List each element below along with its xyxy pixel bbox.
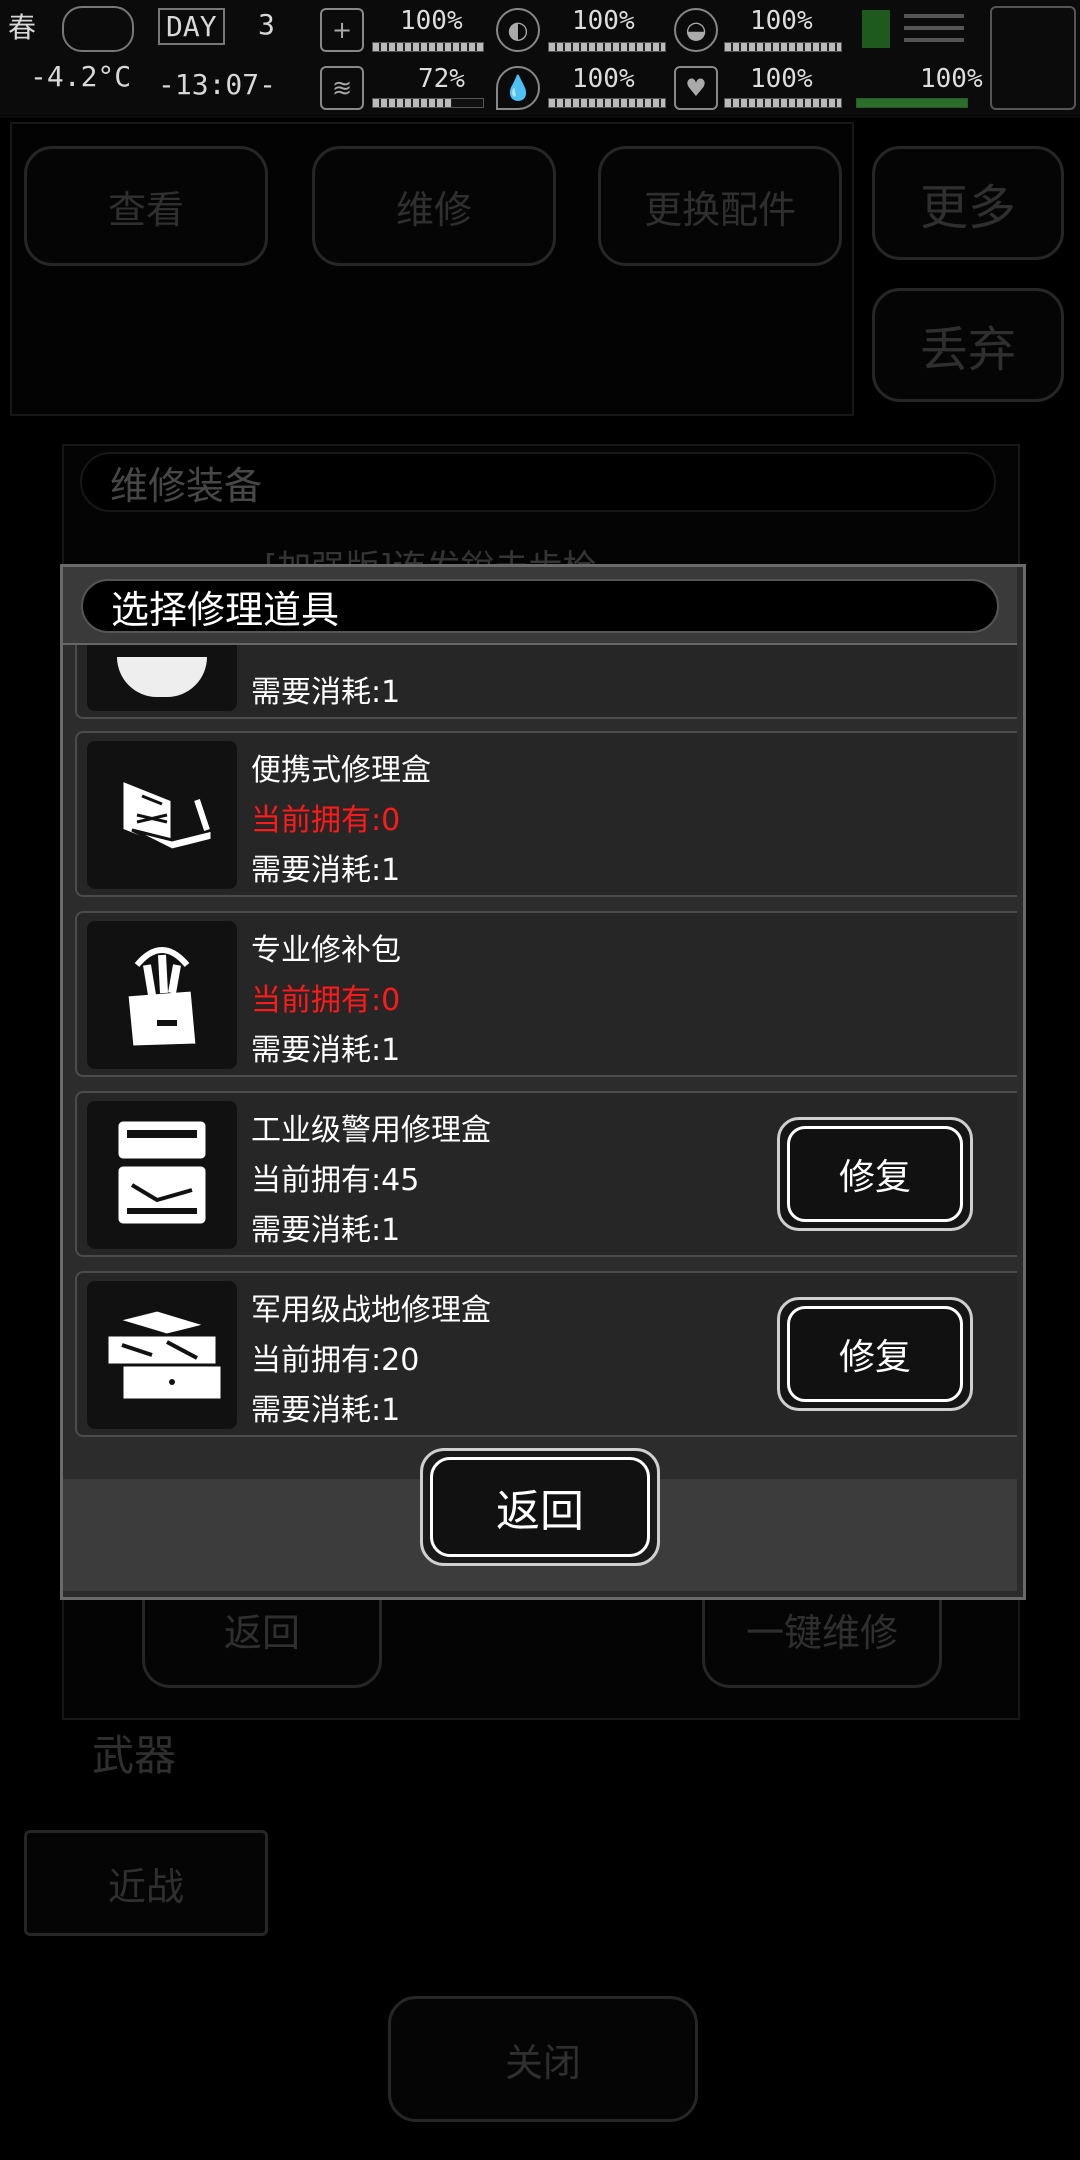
item-cost: 需要消耗:1: [251, 1033, 401, 1068]
item-cost: 需要消耗:1: [251, 1213, 401, 1248]
close-button[interactable]: 关闭: [388, 1996, 698, 2122]
stat-pill-value: 100%: [750, 6, 813, 36]
item-owned: 当前拥有:0: [251, 803, 401, 838]
repair-tool-list[interactable]: 需要消耗:1 便携式修理盒 当前拥有:0 需要消耗:1 专业修补包 当前拥有:0…: [63, 645, 1017, 1479]
view-button[interactable]: 查看: [24, 146, 268, 266]
weapon-tab[interactable]: 武器: [92, 1722, 176, 1783]
dialog-title: 选择修理道具: [81, 579, 999, 633]
item-name: 专业修补包: [251, 933, 401, 968]
season-label: 春: [8, 11, 37, 44]
item-cost: 需要消耗:1: [251, 1393, 401, 1428]
partial-item-thumb: [87, 645, 237, 711]
list-item-military-toolbox[interactable]: 军用级战地修理盒 当前拥有:20 需要消耗:1 修复: [75, 1271, 1017, 1437]
stat-sleep-value: 72%: [418, 64, 465, 94]
repair-button[interactable]: 维修: [312, 146, 556, 266]
police-repair-case-icon: [87, 1101, 237, 1249]
stat-heart-value: 100%: [750, 64, 813, 94]
stat-health-value: 100%: [400, 6, 463, 36]
item-name: 便携式修理盒: [251, 753, 431, 788]
health-kit-icon: +: [320, 8, 364, 52]
stat-health-bar: [372, 42, 484, 52]
item-name: 工业级警用修理盒: [251, 1113, 491, 1148]
item-owned: 当前拥有:0: [251, 983, 401, 1018]
day-value: 3: [258, 8, 275, 41]
repair-fix-button[interactable]: 修复: [777, 1297, 973, 1411]
sleep-icon: ≋: [320, 66, 364, 110]
repair-equipment-title: 维修装备: [80, 452, 996, 512]
list-item-police-repair-case[interactable]: 工业级警用修理盒 当前拥有:45 需要消耗:1 修复: [75, 1091, 1017, 1257]
item-name: 军用级战地修理盒: [251, 1293, 491, 1328]
military-toolbox-icon: [87, 1281, 237, 1429]
temperature: -4.2°C: [30, 60, 132, 93]
dialog-back-label: 返回: [430, 1457, 650, 1557]
stat-water-value: 100%: [572, 64, 635, 94]
melee-tab[interactable]: 近战: [24, 1830, 268, 1936]
select-repair-tool-dialog: 选择修理道具 需要消耗:1 便携式修理盒 当前拥有:0 需要消耗:1 专业修补包…: [60, 564, 1026, 1600]
day-label: DAY: [158, 8, 225, 45]
clock: -13:07-: [158, 68, 277, 101]
stat-heart-bar: [724, 98, 842, 108]
pro-repair-bag-icon: [87, 921, 237, 1069]
stat-hunger-bar: [548, 42, 666, 52]
stat-sleep-bar: [372, 98, 484, 108]
item-cost: 需要消耗:1: [251, 853, 401, 888]
list-item-portable-repair-box[interactable]: 便携式修理盒 当前拥有:0 需要消耗:1: [75, 731, 1017, 897]
replace-parts-button[interactable]: 更换配件: [598, 146, 842, 266]
stat-water-bar: [548, 98, 666, 108]
pill-icon: ◒: [674, 8, 718, 52]
stat-stamina-bar: [856, 98, 968, 108]
water-drop-icon: 💧: [496, 66, 540, 110]
heart-icon: ♥: [674, 66, 718, 110]
more-label: 更多: [919, 180, 1016, 236]
stat-stamina-value: 100%: [920, 64, 983, 94]
cloud-icon: [62, 6, 134, 52]
person-icon: [862, 10, 890, 48]
list-item-pro-repair-bag[interactable]: 专业修补包 当前拥有:0 需要消耗:1: [75, 911, 1017, 1077]
dialog-back-button[interactable]: 返回: [420, 1448, 660, 1566]
stat-pill-bar: [724, 42, 842, 52]
discard-button[interactable]: 丢弃: [872, 288, 1064, 402]
status-bar: 春 DAY 3 -4.2°C -13:07- + 100% ◐ 100% ◒ 1…: [0, 0, 1080, 118]
item-owned: 当前拥有:45: [251, 1163, 420, 1198]
item-cost: 需要消耗:1: [251, 675, 401, 710]
list-item-partial: 需要消耗:1: [75, 645, 1017, 719]
repair-fix-label: 修复: [787, 1306, 963, 1402]
repair-fix-label: 修复: [787, 1126, 963, 1222]
stat-hunger-value: 100%: [572, 6, 635, 36]
menu-lines-icon: [904, 14, 964, 18]
repair-fix-button[interactable]: 修复: [777, 1117, 973, 1231]
portable-repair-box-icon: [87, 741, 237, 889]
item-owned: 当前拥有:20: [251, 1343, 420, 1378]
side-panel-icon: [990, 6, 1076, 110]
hunger-icon: ◐: [496, 8, 540, 52]
more-button[interactable]: 更多: [872, 146, 1064, 260]
